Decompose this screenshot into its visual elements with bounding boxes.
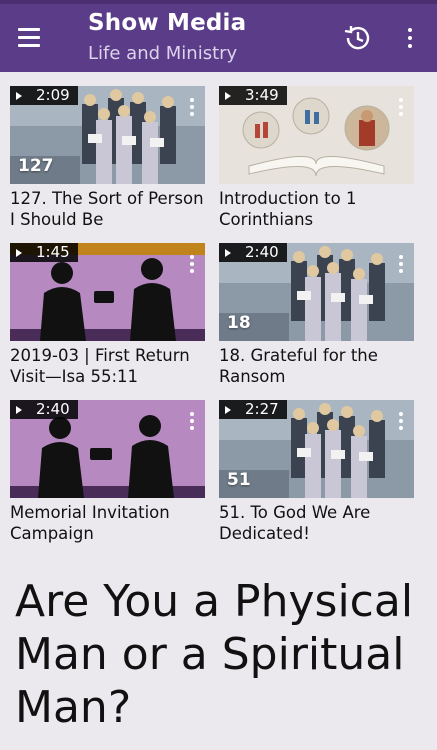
- video-thumbnail[interactable]: 1:45: [10, 243, 205, 341]
- duration-badge: 3:49: [219, 86, 287, 105]
- video-title: 18. Grateful for the Ransom: [219, 346, 378, 386]
- presentation-heading: Are You a Physical Man or a Spiritual Ma…: [15, 576, 414, 733]
- video-card[interactable]: 2:27 51 51. To God We Are Dedicated!: [219, 400, 414, 544]
- more-vertical-icon[interactable]: [394, 410, 408, 432]
- hamburger-menu-icon[interactable]: [8, 16, 50, 58]
- video-title: Introduction to 1 Corinthians: [219, 189, 357, 229]
- song-number: 127: [18, 156, 54, 176]
- play-icon: [16, 91, 22, 100]
- page-subtitle: Life and Ministry: [88, 43, 238, 64]
- play-icon: [16, 405, 22, 414]
- status-strip: [0, 0, 437, 4]
- video-title: 2019-03 | First Return Visit—Isa 55:11: [10, 346, 190, 386]
- more-vertical-icon[interactable]: [398, 22, 422, 54]
- video-thumbnail[interactable]: 2:27 51: [219, 400, 414, 498]
- video-thumbnail[interactable]: 3:49: [219, 86, 414, 184]
- video-card[interactable]: 2:09 127 127. The Sort of Person I Shoul…: [10, 86, 205, 230]
- video-thumbnail[interactable]: 2:40 18: [219, 243, 414, 341]
- song-number: 18: [227, 313, 251, 333]
- duration-badge: 1:45: [10, 243, 78, 262]
- more-vertical-icon[interactable]: [185, 253, 199, 275]
- page-title: Show Media: [88, 10, 247, 36]
- more-vertical-icon[interactable]: [394, 96, 408, 118]
- play-icon: [225, 405, 231, 414]
- play-icon: [16, 248, 22, 257]
- play-icon: [225, 248, 231, 257]
- history-icon[interactable]: [342, 22, 374, 54]
- app-bar: Show Media Life and Ministry: [0, 0, 437, 72]
- video-card[interactable]: 2:40 Memorial Invitation Campaign: [10, 400, 205, 544]
- video-title: 127. The Sort of Person I Should Be: [10, 189, 204, 229]
- more-vertical-icon[interactable]: [394, 253, 408, 275]
- video-card[interactable]: 3:49 Introduction to 1 Corinthians: [219, 86, 414, 230]
- play-icon: [225, 91, 231, 100]
- duration-badge: 2:27: [219, 400, 287, 419]
- video-card[interactable]: 1:45 2019-03 | First Return Visit—Isa 55…: [10, 243, 205, 387]
- video-thumbnail[interactable]: 2:40: [10, 400, 205, 498]
- duration-badge: 2:09: [10, 86, 78, 105]
- video-title: Memorial Invitation Campaign: [10, 503, 170, 543]
- video-card[interactable]: 2:40 18 18. Grateful for the Ransom: [219, 243, 414, 387]
- song-number: 51: [227, 470, 251, 490]
- more-vertical-icon[interactable]: [185, 410, 199, 432]
- duration-badge: 2:40: [219, 243, 287, 262]
- duration-badge: 2:40: [10, 400, 78, 419]
- more-vertical-icon[interactable]: [185, 96, 199, 118]
- video-thumbnail[interactable]: 2:09 127: [10, 86, 205, 184]
- video-title: 51. To God We Are Dedicated!: [219, 503, 371, 543]
